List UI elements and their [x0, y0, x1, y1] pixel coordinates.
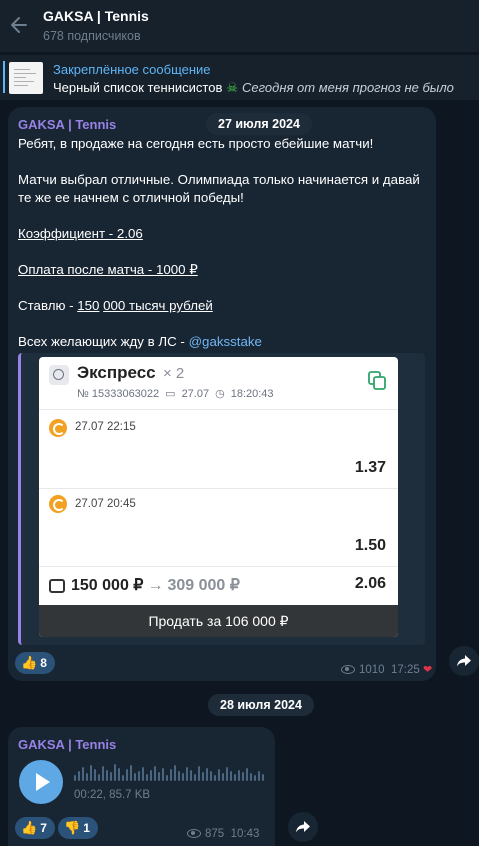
reaction-thumbs-down[interactable]: 👎 1: [58, 817, 98, 839]
skull-crossbones-icon: ☠: [226, 80, 239, 95]
play-button[interactable]: [19, 760, 63, 804]
chat-header: GAKSA | Tennis 678 подписчиков: [0, 0, 479, 52]
event-odd: 1.50: [354, 537, 386, 554]
message-bubble[interactable]: GAKSA | Tennis 27 июля 2024 Ребят, в про…: [8, 107, 436, 681]
clock-small-icon: ◷: [215, 388, 225, 400]
sell-button[interactable]: Продать за 106 000 ₽: [39, 605, 398, 637]
message-views: 875 10:43: [187, 828, 259, 840]
forward-button[interactable]: [288, 812, 318, 842]
heart-icon: ❤: [422, 664, 433, 676]
message-text: Ребят, в продаже на сегодня есть просто …: [18, 135, 428, 351]
bet-type: Экспресс: [77, 363, 156, 382]
calendar-icon: ▭: [165, 388, 176, 400]
total-odd: 2.06: [354, 575, 386, 592]
date-badge: 27 июля 2024: [206, 113, 312, 135]
message-sender[interactable]: GAKSA | Tennis: [18, 737, 116, 752]
subscriber-count: 678 подписчиков: [43, 29, 141, 43]
reaction-thumbs-up[interactable]: 👍 7: [15, 817, 55, 839]
payment-line: Оплата после матча - 1000 ₽: [18, 262, 198, 277]
eye-icon: [187, 829, 201, 839]
bet-meta: № 15333063022 ▭ 27.07 ◷ 18:20:43: [77, 388, 274, 400]
coin-icon: [49, 495, 67, 513]
clock-icon: [49, 365, 69, 385]
pinned-thumbnail: [9, 62, 43, 94]
pinned-message-bar[interactable]: Закреплённое сообщение Черный список тен…: [0, 54, 479, 100]
wallet-icon: [49, 579, 65, 593]
eye-icon: [341, 665, 355, 675]
mention-link[interactable]: @gaksstake: [189, 334, 262, 349]
coin-icon: [49, 419, 67, 437]
back-arrow-icon[interactable]: [8, 14, 30, 36]
voice-message-bubble[interactable]: GAKSA | Tennis 00:22, 85.7 KB 👍 7 👎 1 875 …: [8, 727, 275, 846]
bet-multiplier: × 2: [163, 365, 185, 382]
arrow-right-icon: →: [147, 577, 164, 594]
waveform[interactable]: [74, 763, 266, 781]
forward-icon: [296, 821, 310, 833]
stake-line: Ставлю - 150 000 тысяч рублей: [18, 298, 213, 313]
pinned-text: Черный список теннисистов ☠ Сегодня от мен…: [53, 80, 454, 95]
message-sender[interactable]: GAKSA | Tennis: [18, 117, 116, 132]
forward-icon: [457, 655, 471, 667]
event-datetime: 27.07 20:45: [75, 498, 136, 510]
forward-button[interactable]: [449, 646, 479, 676]
contact-line: Всех желающих жду в ЛС - @gaksstake: [18, 334, 262, 349]
bet-slip-card: Экспресс × 2 № 15333063022 ▭ 27.07 ◷ 18:20:4…: [39, 357, 398, 637]
channel-title[interactable]: GAKSA | Tennis: [43, 8, 149, 24]
voice-duration-size: 00:22, 85.7 KB: [74, 789, 151, 801]
message-views: 1010 17:25 ❤: [341, 663, 432, 676]
pinned-label: Закреплённое сообщение: [53, 62, 211, 77]
stake-amount: 150 000 ₽ → 309 000 ₽: [71, 577, 240, 594]
bet-slip-preview[interactable]: Экспресс × 2 № 15333063022 ▭ 27.07 ◷ 18:20:4…: [18, 353, 425, 645]
pinned-indicator: [3, 61, 5, 93]
coefficient-line: Коэффициент - 2.06: [18, 226, 143, 241]
date-separator: 28 июля 2024: [208, 694, 314, 716]
event-odd: 1.37: [354, 459, 386, 476]
reaction-thumbs-up[interactable]: 👍 8: [15, 652, 55, 674]
event-datetime: 27.07 22:15: [75, 421, 136, 433]
copy-icon: [368, 371, 386, 390]
